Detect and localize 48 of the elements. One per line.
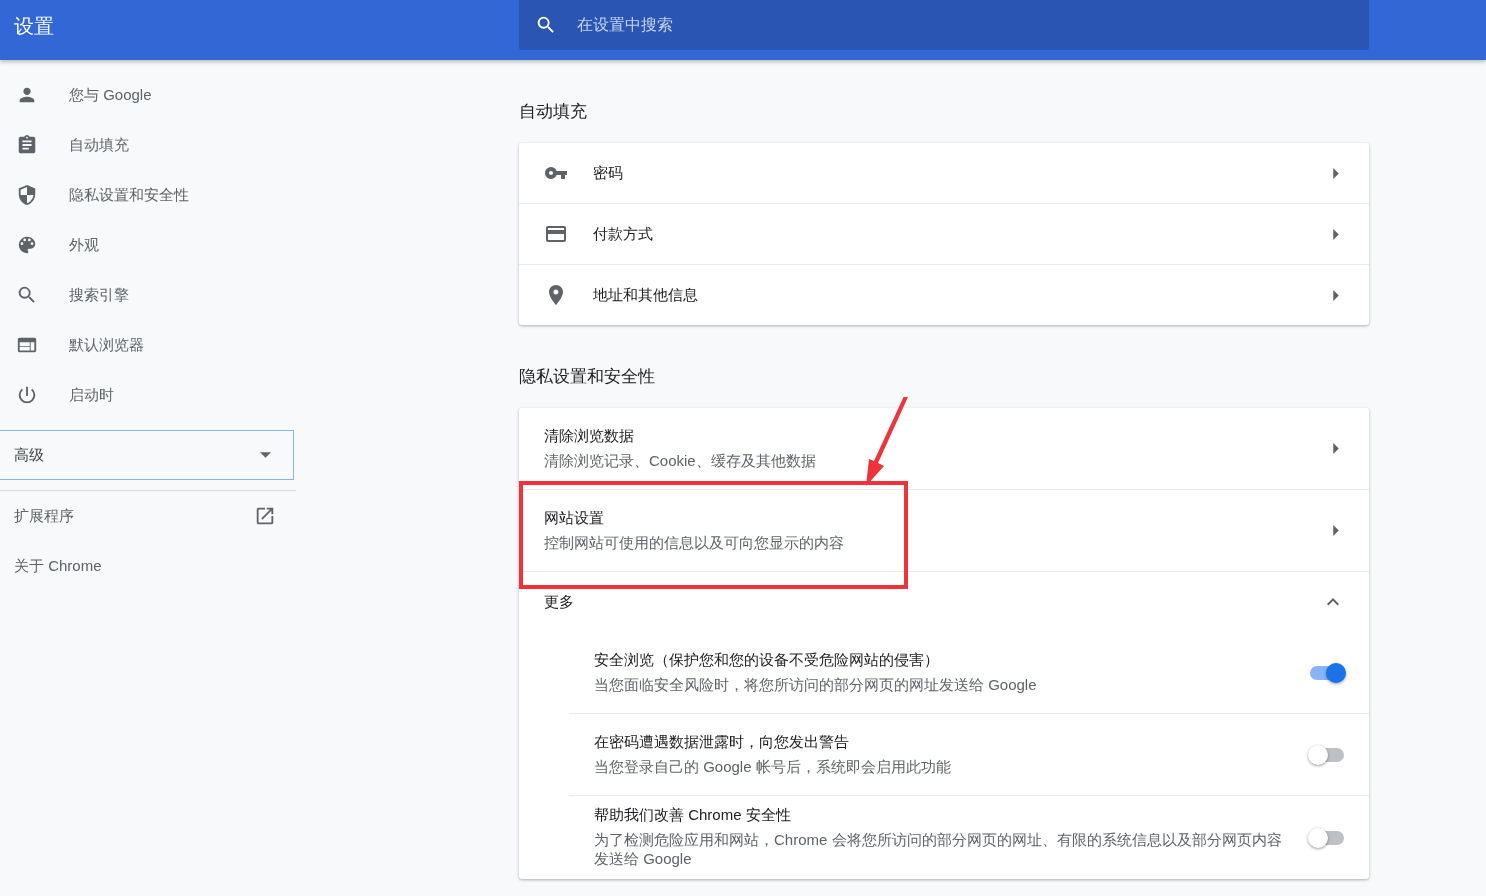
palette-icon [16, 234, 38, 256]
caret-icon [260, 452, 271, 458]
row-description: 控制网站可使用的信息以及可向您显示的内容 [544, 533, 845, 553]
setting-description: 当您登录自己的 Google 帐号后，系统即会启用此功能 [594, 757, 952, 777]
sidebar-item[interactable]: 自动填充 [0, 120, 296, 170]
setting-label: 帮助我们改善 Chrome 安全性 [594, 806, 792, 825]
arrow-right-icon [1333, 289, 1339, 301]
power-icon [16, 384, 38, 406]
arrow-right-icon [1333, 525, 1339, 536]
section-title: 隐私设置和安全性 [519, 366, 656, 388]
row-description: 清除浏览记录、Cookie、缓存及其他数据 [544, 451, 817, 471]
toggle-switch[interactable] [1310, 665, 1344, 680]
shield-icon [16, 184, 38, 206]
setting-label: 在密码遭遇数据泄露时，向您发出警告 [594, 732, 850, 752]
row-label: 付款方式 [593, 224, 654, 244]
clipboard-icon [16, 134, 38, 156]
section-title: 自动填充 [519, 101, 588, 123]
toggle-switch[interactable] [1310, 830, 1344, 845]
row-label: 地址和其他信息 [593, 285, 699, 305]
row-label: 密码 [593, 163, 624, 183]
search-input[interactable]: 在设置中搜索 [575, 15, 1279, 35]
settings-row[interactable]: 网站设置 控制网站可使用的信息以及可向您显示的内容 [519, 489, 1369, 571]
advanced-dropdown[interactable]: 高级 [0, 430, 294, 480]
sidebar-link[interactable]: 扩展程序 [0, 491, 296, 541]
settings-row[interactable]: 密码 [519, 143, 1369, 203]
setting-description: 当您面临安全风险时，将您所访问的部分网页的网址发送给 Google [594, 675, 1038, 695]
sidebar-item[interactable]: 您与 Google [0, 70, 296, 120]
page-title: 设置 [13, 14, 55, 39]
sidebar-item[interactable]: 搜索引擎 [0, 270, 296, 320]
arrow-right-icon [1333, 167, 1339, 179]
sidebar-item[interactable]: 启动时 [0, 370, 296, 420]
sidebar-link[interactable]: 关于 Chrome [0, 541, 296, 591]
sidebar-item[interactable]: 隐私设置和安全性 [0, 170, 296, 220]
row-label: 网站设置 [544, 508, 605, 528]
more-toggle[interactable]: 更多 [519, 571, 1369, 632]
sidebar-item[interactable]: 外观 [0, 220, 296, 270]
sidebar-item[interactable]: 默认浏览器 [0, 320, 296, 370]
setting-description: 为了检测危险应用和网站，Chrome 会将您所访问的部分网页的网址、有限的系统信息以及部分网页内容发送给 Google [594, 831, 1283, 869]
search-icon [16, 284, 38, 306]
setting-label: 安全浏览（保护您和您的设备不受危险网站的侵害） [594, 650, 940, 670]
row-label: 清除浏览数据 [544, 426, 635, 446]
search-icon [535, 14, 557, 36]
settings-row[interactable]: 付款方式 [519, 203, 1369, 264]
arrow-right-icon [1333, 228, 1339, 240]
settings-row[interactable]: 地址和其他信息 [519, 264, 1369, 325]
search-field[interactable]: 在设置中搜索 [519, 0, 1369, 50]
toggle-switch[interactable] [1310, 747, 1344, 762]
arrow-right-icon [1333, 443, 1339, 454]
